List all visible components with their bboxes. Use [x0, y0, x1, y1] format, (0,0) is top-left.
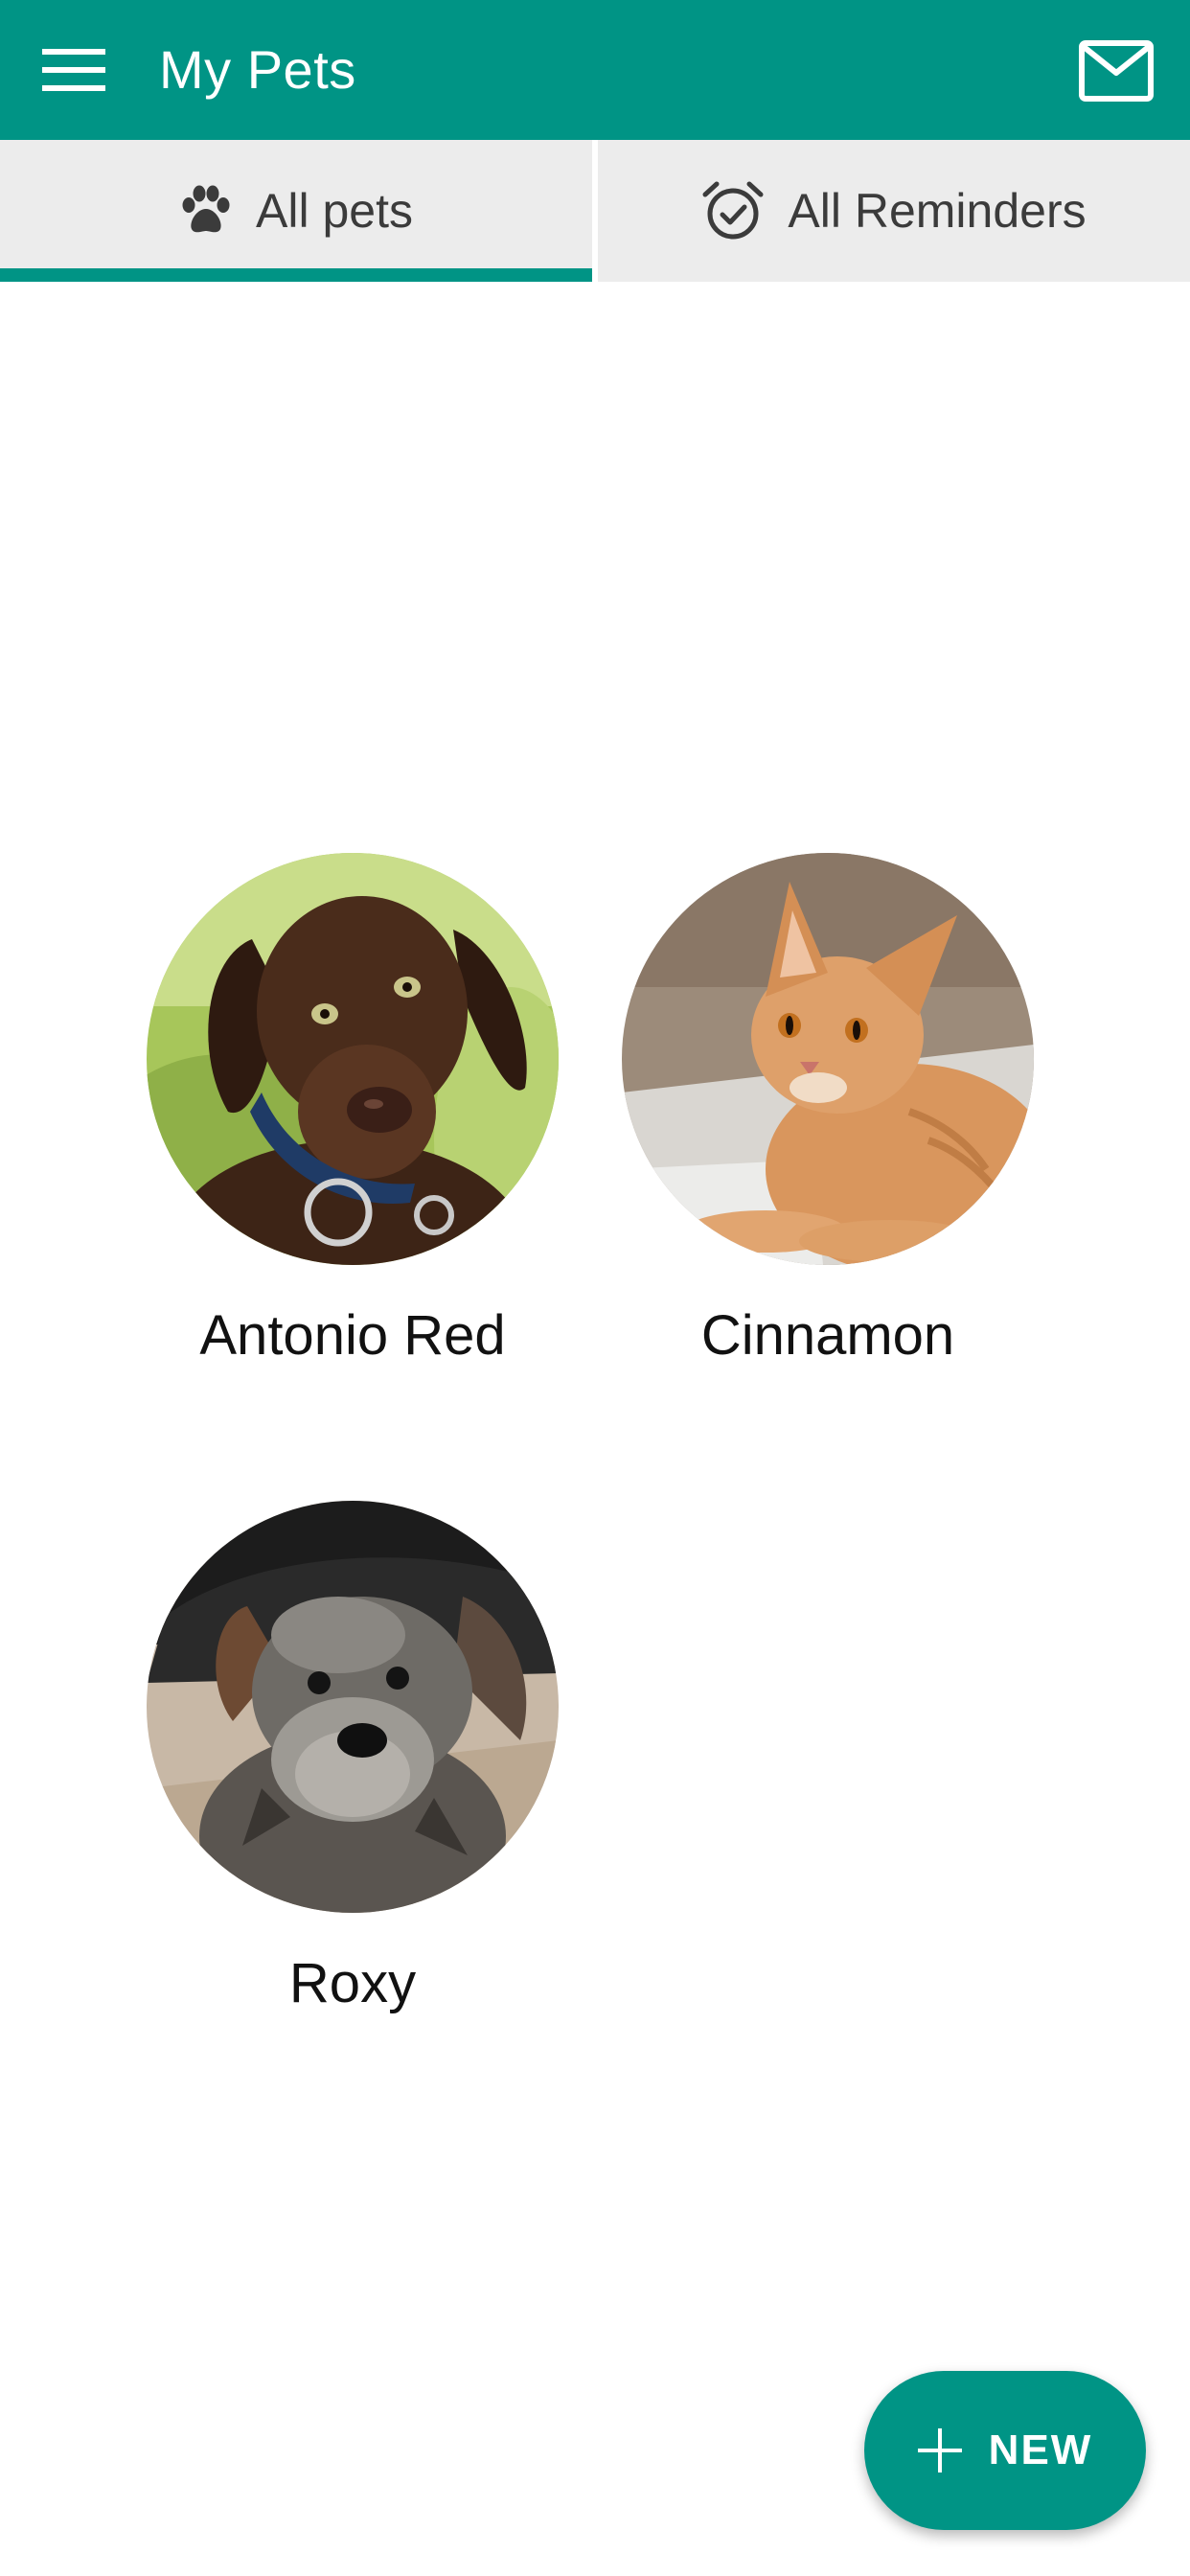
pet-avatar [147, 853, 559, 1265]
mail-icon [1079, 40, 1154, 102]
mail-button[interactable] [1069, 29, 1161, 111]
pet-card[interactable]: Antonio Red [115, 853, 590, 1390]
menu-button[interactable] [29, 35, 121, 104]
hamburger-menu-icon [42, 49, 105, 91]
tab-all-pets[interactable]: All pets [0, 140, 592, 282]
tab-all-pets-label: All pets [256, 184, 413, 238]
labrador-puppy-photo [147, 853, 559, 1265]
new-pet-button[interactable]: NEW [864, 2371, 1146, 2530]
schnauzer-puppy-photo [147, 1501, 559, 1913]
pet-name: Cinnamon [700, 1304, 955, 1367]
app-screen: My Pets All pets All Reminders Antonio R… [0, 0, 1190, 2576]
pet-name: Roxy [288, 1952, 417, 2014]
orange-cat-photo [622, 853, 1034, 1265]
pet-card[interactable]: Cinnamon [590, 853, 1065, 1390]
pet-card[interactable]: Roxy [115, 1501, 590, 2037]
pet-name: Antonio Red [199, 1304, 506, 1367]
paw-icon [179, 184, 233, 238]
plus-icon [917, 2428, 962, 2472]
app-bar: My Pets [0, 0, 1190, 140]
pet-avatar [622, 853, 1034, 1265]
pet-avatar [147, 1501, 559, 1913]
tab-bar: All pets All Reminders [0, 140, 1190, 282]
tab-all-reminders[interactable]: All Reminders [598, 140, 1190, 282]
selected-tab-indicator [0, 268, 592, 282]
new-button-label: NEW [988, 2426, 1093, 2473]
alarm-check-icon [701, 181, 765, 241]
tab-all-reminders-label: All Reminders [788, 184, 1087, 238]
page-title: My Pets [159, 39, 356, 100]
